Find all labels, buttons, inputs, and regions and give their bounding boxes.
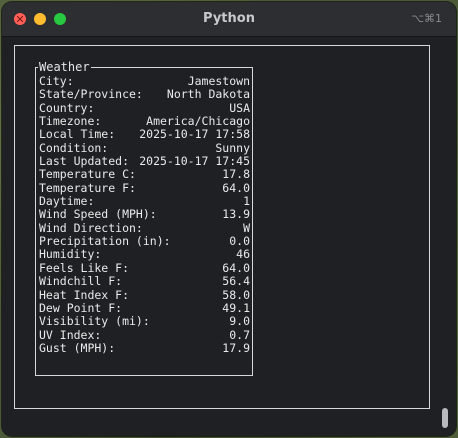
weather-row: Wind Speed (MPH): 13.9 [39, 207, 250, 222]
row-label: Wind Speed (MPH): [39, 207, 157, 222]
row-value: 46 [236, 247, 250, 262]
row-label: UV Index: [39, 327, 102, 342]
weather-row: Windchill F: 56.4 [39, 274, 250, 289]
row-label: Humidity: [39, 247, 102, 262]
row-value: 56.4 [222, 274, 250, 289]
row-value: 0.7 [229, 327, 250, 342]
row-label: Temperature F: [39, 180, 136, 195]
weather-row: Temperature C: 17.8 [39, 167, 250, 182]
row-label: State/Province: [39, 87, 143, 102]
weather-row: Precipitation (in): 0.0 [39, 234, 250, 249]
row-label: Temperature C: [39, 167, 136, 182]
row-label: Dew Point F: [39, 300, 123, 315]
row-label: Visibility (mi): [39, 314, 150, 329]
row-value: W [243, 220, 250, 235]
row-value: 58.0 [222, 287, 250, 302]
weather-row: Daytime: 1 [39, 194, 250, 209]
row-value: Sunny [215, 140, 250, 155]
row-label: Feels Like F: [39, 260, 130, 275]
weather-row: City: Jamestown [39, 74, 250, 88]
row-value: 17.9 [222, 340, 250, 355]
row-label: Condition: [39, 140, 109, 155]
weather-row: Timezone: America/Chicago [39, 114, 250, 129]
weather-panel: Weather City: Jamestown State/Province: Nor… [35, 60, 253, 376]
row-value: America/Chicago [146, 114, 250, 129]
window-title: Python [203, 11, 255, 26]
row-value: USA [229, 100, 250, 115]
row-value: 64.0 [222, 180, 250, 195]
weather-row: Gust (MPH): 17.9 [39, 340, 250, 355]
weather-row: Visibility (mi): 9.0 [39, 314, 250, 329]
row-value: 49.1 [222, 300, 250, 315]
weather-rows: City: Jamestown State/Province: North Dakot… [39, 74, 250, 355]
weather-row: Temperature F: 64.0 [39, 180, 250, 195]
outer-frame: Weather City: Jamestown State/Province: Nor… [14, 45, 430, 409]
row-label: Country: [39, 100, 95, 115]
panel-title: Weather [38, 60, 91, 74]
row-value: Jamestown [187, 74, 250, 88]
terminal-window: Python ⌥⌘1 Weather City: Jamestown State/P… [2, 2, 456, 436]
row-label: Daytime: [39, 194, 95, 209]
weather-row: Last Updated: 2025-10-17 17:45 [39, 154, 250, 169]
row-label: Local Time: [39, 127, 116, 142]
row-label: Last Updated: [39, 154, 130, 169]
weather-row: Wind Direction: W [39, 220, 250, 235]
weather-row: Local Time: 2025-10-17 17:58 [39, 127, 250, 142]
terminal-content[interactable]: Weather City: Jamestown State/Province: Nor… [2, 37, 456, 436]
row-value: 1 [243, 194, 250, 209]
row-label: City: [39, 74, 74, 88]
weather-row: Condition: Sunny [39, 140, 250, 155]
row-label: Windchill F: [39, 274, 123, 289]
row-value: 2025-10-17 17:58 [139, 127, 250, 142]
title-bar[interactable]: Python ⌥⌘1 [2, 2, 456, 37]
row-label: Heat Index F: [39, 287, 130, 302]
row-value: 9.0 [229, 314, 250, 329]
row-value: 0.0 [229, 234, 250, 249]
weather-row: Feels Like F: 64.0 [39, 260, 250, 275]
row-value: North Dakota [166, 87, 250, 102]
row-value: 64.0 [222, 260, 250, 275]
weather-row: State/Province: North Dakota [39, 87, 250, 102]
row-label: Gust (MPH): [39, 340, 116, 355]
weather-row: Heat Index F: 58.0 [39, 287, 250, 302]
row-label: Wind Direction: [39, 220, 143, 235]
weather-row: Humidity: 46 [39, 247, 250, 262]
weather-row: Dew Point F: 49.1 [39, 300, 250, 315]
row-label: Precipitation (in): [39, 234, 171, 249]
row-value: 2025-10-17 17:45 [139, 154, 250, 169]
row-value: 13.9 [222, 207, 250, 222]
weather-row: UV Index: 0.7 [39, 327, 250, 342]
row-label: Timezone: [39, 114, 102, 129]
weather-row: Country: USA [39, 100, 250, 115]
row-value: 17.8 [222, 167, 250, 182]
window-shortcut: ⌥⌘1 [411, 12, 442, 25]
scrollbar[interactable] [442, 408, 448, 428]
